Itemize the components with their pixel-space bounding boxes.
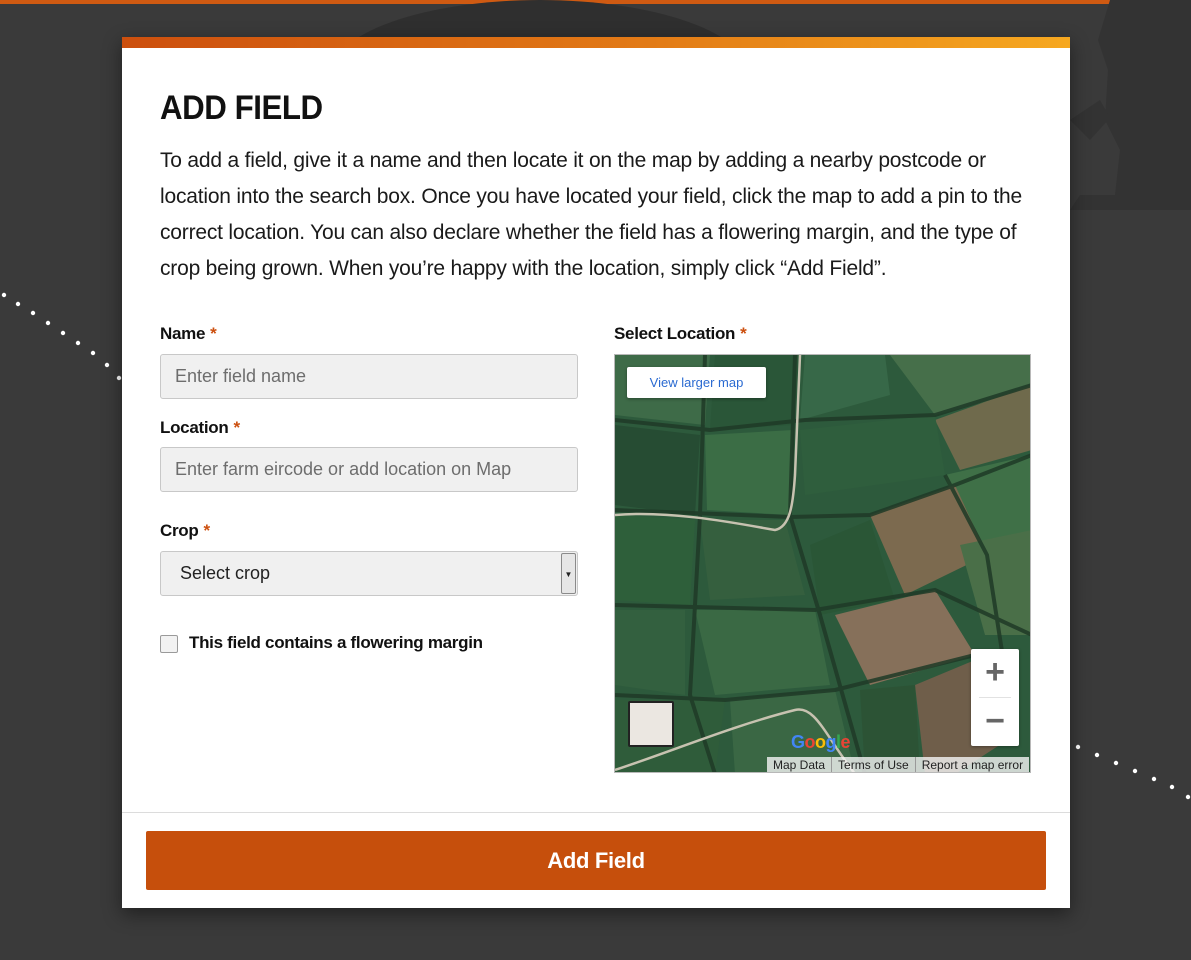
crop-select[interactable]: Select crop ▼ bbox=[160, 551, 578, 596]
satellite-imagery[interactable] bbox=[615, 355, 1031, 773]
required-marker: * bbox=[233, 418, 240, 437]
crop-label-text: Crop bbox=[160, 521, 199, 540]
view-larger-map-button[interactable]: View larger map bbox=[627, 367, 766, 398]
flowering-margin-checkbox[interactable] bbox=[160, 635, 178, 653]
location-map[interactable]: View larger map + − Google Map Data Term… bbox=[614, 354, 1031, 773]
add-field-modal: ADD FIELD To add a field, give it a name… bbox=[122, 37, 1070, 908]
minus-icon[interactable]: − bbox=[971, 698, 1019, 746]
required-marker: * bbox=[210, 324, 217, 343]
flowering-margin-label[interactable]: This field contains a flowering margin bbox=[189, 633, 483, 653]
field-name-input[interactable] bbox=[160, 354, 578, 399]
intro-text: To add a field, give it a name and then … bbox=[160, 149, 1022, 280]
add-field-button[interactable]: Add Field bbox=[146, 831, 1046, 890]
modal-accent-bar bbox=[122, 37, 1070, 48]
crop-label: Crop * bbox=[160, 521, 210, 541]
background-dotted-line-left bbox=[1, 292, 122, 381]
location-label: Location * bbox=[160, 418, 240, 438]
location-input[interactable] bbox=[160, 447, 578, 492]
name-label-text: Name bbox=[160, 324, 206, 343]
background-farmer-silhouette bbox=[1070, 0, 1191, 210]
name-label: Name * bbox=[160, 324, 217, 344]
select-location-label: Select Location * bbox=[614, 324, 747, 344]
pegman-icon[interactable] bbox=[628, 701, 674, 747]
footer-divider bbox=[122, 812, 1070, 813]
background-dotted-line-right bbox=[1075, 744, 1191, 800]
zoom-control: + − bbox=[971, 649, 1019, 746]
google-logo: Google bbox=[791, 732, 851, 752]
select-location-label-text: Select Location bbox=[614, 324, 736, 343]
crop-select-value: Select crop bbox=[180, 563, 271, 583]
terms-of-use-link[interactable]: Terms of Use bbox=[831, 757, 915, 772]
map-data-link[interactable]: Map Data bbox=[767, 757, 831, 772]
chevron-down-icon[interactable]: ▼ bbox=[561, 553, 576, 594]
required-marker: * bbox=[740, 324, 747, 343]
map-footer: Map Data Terms of Use Report a map error bbox=[767, 757, 1030, 772]
required-marker: * bbox=[203, 521, 210, 540]
location-label-text: Location bbox=[160, 418, 229, 437]
page-title: ADD FIELD bbox=[160, 89, 323, 127]
plus-icon[interactable]: + bbox=[971, 649, 1019, 697]
report-map-error-link[interactable]: Report a map error bbox=[914, 757, 1029, 772]
